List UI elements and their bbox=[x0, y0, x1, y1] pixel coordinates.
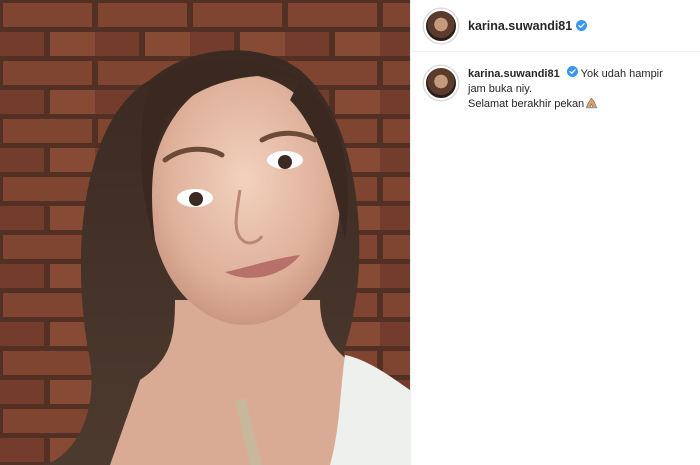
caption-body: karina.suwandi81 Yok udah hampir jam buk… bbox=[468, 66, 688, 112]
post-caption: karina.suwandi81 Yok udah hampir jam buk… bbox=[424, 66, 694, 112]
caption-username[interactable]: karina.suwandi81 bbox=[468, 68, 560, 80]
caption-avatar[interactable] bbox=[424, 66, 458, 100]
username-text[interactable]: karina.suwandi81 bbox=[468, 19, 572, 33]
verified-badge-icon bbox=[576, 20, 588, 31]
post-image bbox=[0, 0, 410, 465]
caption-text-line2: jam buka niy. bbox=[468, 83, 532, 95]
post-side-panel: karina.suwandi81 karina.suwandi81 Yok ud… bbox=[410, 0, 700, 465]
caption-text-line3: Selamat berakhir pekan bbox=[468, 98, 585, 110]
post-header: karina.suwandi81 bbox=[411, 0, 700, 52]
caption-verified-badge-icon bbox=[566, 66, 578, 77]
folded-hands-emoji-icon bbox=[586, 97, 598, 109]
post-photo bbox=[0, 0, 410, 465]
header-username[interactable]: karina.suwandi81 bbox=[468, 19, 588, 33]
caption-text-line1: Yok udah hampir bbox=[580, 68, 663, 80]
avatar[interactable] bbox=[424, 8, 458, 43]
